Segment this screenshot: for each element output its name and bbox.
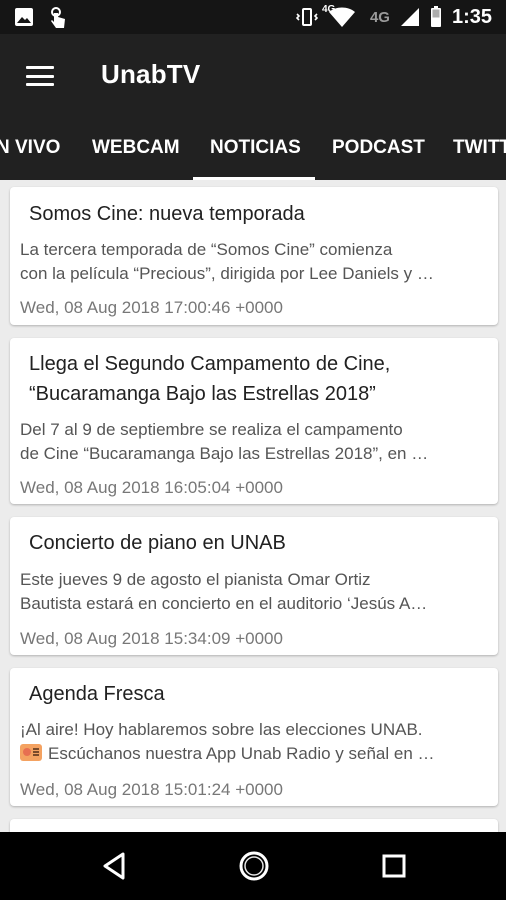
tab-webcam[interactable]: WEBCAM bbox=[92, 126, 180, 180]
news-summary: ¡Al aire! Hoy hablaremos sobre las elecc… bbox=[20, 720, 435, 763]
news-title: Agenda Fresca bbox=[29, 683, 165, 705]
news-card[interactable]: Agenda Fresca ¡Al aire! Hoy hablaremos s… bbox=[10, 668, 498, 806]
news-date: Wed, 08 Aug 2018 17:00:46 +0000 bbox=[20, 298, 283, 317]
news-title: Concierto de piano en UNAB bbox=[29, 532, 286, 554]
network-type: 4G bbox=[369, 8, 390, 26]
radio-icon bbox=[20, 744, 42, 761]
news-date: Wed, 08 Aug 2018 15:34:09 +0000 bbox=[20, 629, 283, 648]
news-card[interactable]: Concierto de piano en UNAB Este jueves 9… bbox=[10, 517, 498, 655]
wifi-icon bbox=[328, 7, 355, 27]
tab-en-vivo[interactable]: N VIVO bbox=[0, 126, 60, 180]
news-summary: Del 7 al 9 de septiembre se realiza el c… bbox=[20, 420, 429, 463]
tab-bar: N VIVO WEBCAM NOTICIAS PODCAST TWITT bbox=[0, 126, 506, 180]
recent-apps-icon[interactable] bbox=[374, 848, 414, 884]
news-card[interactable] bbox=[10, 819, 498, 832]
touch-icon bbox=[51, 7, 65, 28]
news-title: Llega el Segundo Campamento de Cine, “Bu… bbox=[29, 353, 391, 405]
clock: 1:35 bbox=[451, 5, 492, 28]
image-icon bbox=[15, 8, 33, 26]
home-icon[interactable] bbox=[234, 848, 274, 884]
navigation-bar bbox=[0, 832, 506, 900]
news-feed[interactable]: Somos Cine: nueva temporada La tercera t… bbox=[0, 180, 506, 832]
app-title: UnabTV bbox=[101, 59, 201, 89]
tab-twitter[interactable]: TWITT bbox=[453, 126, 506, 180]
tab-podcast[interactable]: PODCAST bbox=[332, 126, 425, 180]
news-summary: Este jueves 9 de agosto el pianista Omar… bbox=[20, 570, 428, 613]
hamburger-icon[interactable] bbox=[26, 64, 54, 88]
news-summary: La tercera temporada de “Somos Cine” com… bbox=[20, 240, 434, 283]
news-card[interactable]: Llega el Segundo Campamento de Cine, “Bu… bbox=[10, 338, 498, 504]
status-bar: 4G 4G 1:35 bbox=[0, 0, 506, 34]
news-date: Wed, 08 Aug 2018 16:05:04 +0000 bbox=[20, 478, 283, 497]
tab-noticias[interactable]: NOTICIAS bbox=[210, 126, 301, 180]
news-title: Somos Cine: nueva temporada bbox=[29, 203, 305, 225]
vibrate-icon bbox=[295, 8, 318, 26]
news-date: Wed, 08 Aug 2018 15:01:24 +0000 bbox=[20, 780, 283, 799]
news-card[interactable]: Somos Cine: nueva temporada La tercera t… bbox=[10, 187, 498, 325]
app-bar: UnabTV N VIVO WEBCAM NOTICIAS PODCAST TW… bbox=[0, 34, 506, 180]
battery-icon bbox=[430, 6, 441, 27]
signal-icon bbox=[400, 8, 419, 26]
back-icon[interactable] bbox=[94, 848, 134, 884]
